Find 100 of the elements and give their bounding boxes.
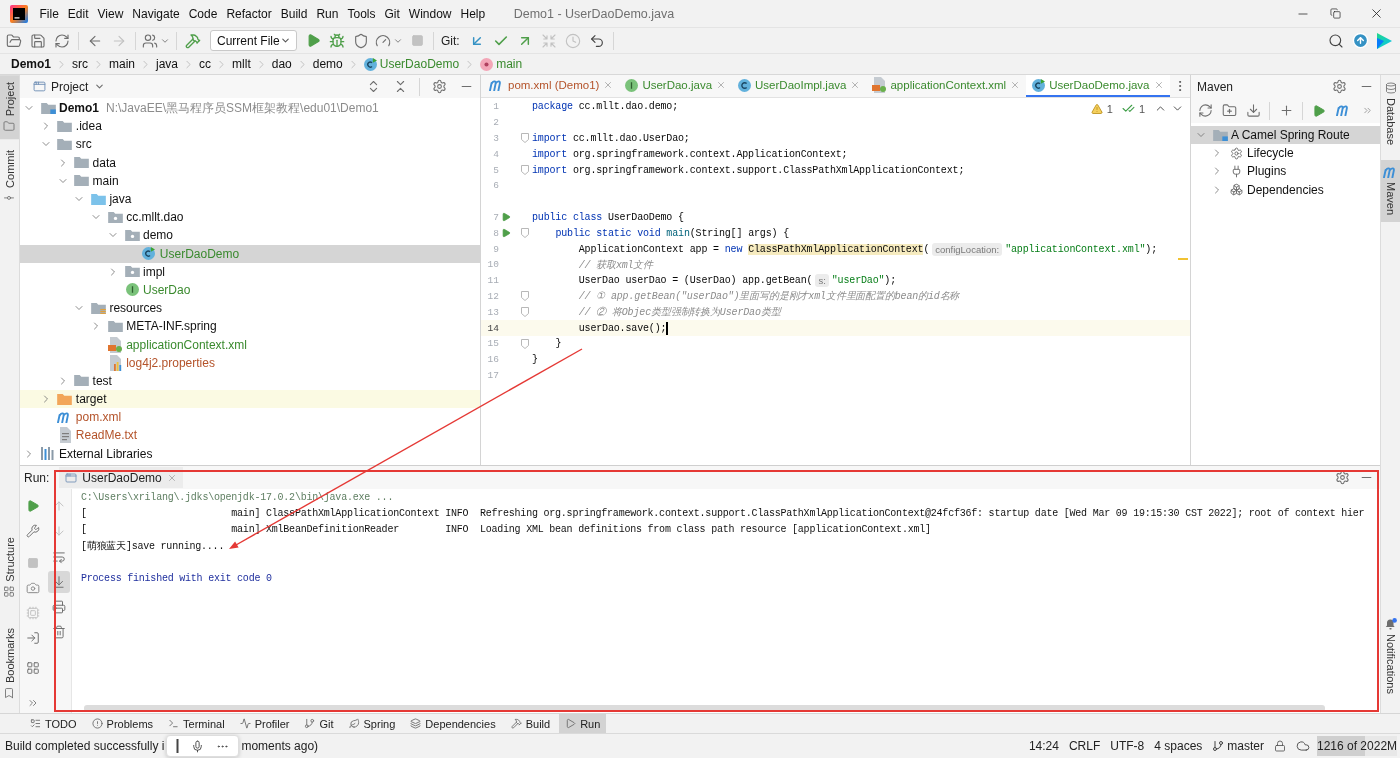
- camera-icon[interactable]: [26, 581, 40, 595]
- undo-icon[interactable]: [588, 32, 605, 49]
- arrow-up-circle-icon[interactable]: [1351, 32, 1369, 49]
- text-cursor-icon[interactable]: [176, 739, 180, 753]
- hammer-icon[interactable]: [185, 32, 201, 49]
- line-separator[interactable]: CRLF: [1063, 735, 1106, 757]
- breadcrumb-item[interactable]: Demo1: [10, 57, 52, 71]
- breadcrumb-item[interactable]: src: [71, 57, 89, 71]
- tool-window-button[interactable]: Notifications: [1381, 611, 1400, 701]
- breadcrumb-item[interactable]: main: [108, 57, 137, 71]
- tree-item[interactable]: UserDao: [20, 280, 480, 300]
- breadcrumb-item[interactable]: demo: [311, 57, 344, 71]
- breadcrumb-item[interactable]: UserDaoDemo: [362, 57, 461, 71]
- menu-item[interactable]: Run: [311, 3, 343, 24]
- triangle-logo-icon[interactable]: [1376, 32, 1392, 49]
- tree-item[interactable]: resources: [20, 299, 480, 318]
- double-check-icon[interactable]: [1121, 102, 1135, 115]
- gauge-icon[interactable]: [375, 32, 391, 49]
- tool-window-button[interactable]: Bookmarks: [0, 620, 19, 706]
- breadcrumb-item[interactable]: cc: [198, 57, 213, 71]
- stop-icon[interactable]: [27, 557, 39, 569]
- plus-icon[interactable]: [1278, 103, 1294, 118]
- menu-item[interactable]: Window: [404, 3, 456, 24]
- tree-item[interactable]: META-INF.spring: [20, 317, 480, 336]
- tool-window-tab[interactable]: Dependencies: [404, 714, 502, 733]
- tree-item[interactable]: Lifecycle: [1191, 144, 1380, 163]
- tree-item[interactable]: test: [20, 371, 480, 390]
- tool-window-tab[interactable]: Git: [298, 714, 340, 733]
- restore-icon[interactable]: [1330, 8, 1341, 19]
- shrink-arrows-icon[interactable]: [540, 32, 557, 49]
- fold-marker-icon[interactable]: [521, 165, 529, 176]
- tool-window-button[interactable]: Project: [0, 75, 19, 140]
- wrench-icon[interactable]: [26, 524, 40, 538]
- microphone-icon[interactable]: [191, 739, 205, 753]
- settings-icon[interactable]: [431, 79, 447, 94]
- menu-item[interactable]: Tools: [342, 3, 380, 24]
- settings-icon[interactable]: [1334, 470, 1350, 485]
- tool-window-tab[interactable]: Run: [559, 714, 607, 733]
- stop-icon[interactable]: [410, 34, 424, 47]
- menu-item[interactable]: Build: [276, 3, 312, 24]
- menu-item[interactable]: Git: [379, 3, 405, 24]
- fold-marker-icon[interactable]: [521, 338, 529, 349]
- tool-window-tab[interactable]: Terminal: [162, 714, 231, 733]
- menu-item[interactable]: Refactor: [221, 3, 277, 24]
- run-configuration-dropdown[interactable]: Current File: [210, 30, 297, 51]
- tree-item[interactable]: A Camel Spring Route: [1191, 126, 1380, 145]
- download-icon[interactable]: [1245, 103, 1261, 118]
- file-encoding[interactable]: UTF-8: [1105, 735, 1150, 757]
- log-in-icon[interactable]: [26, 631, 40, 645]
- tree-item[interactable]: .idea: [20, 117, 480, 136]
- refresh-icon[interactable]: [1197, 103, 1213, 118]
- breadcrumb-item[interactable]: main: [479, 57, 524, 71]
- tree-item[interactable]: java: [20, 189, 480, 209]
- tree-item[interactable]: Demo1 N:\JavaEE\黑马程序员SSM框架教程\edu01\Demo1: [20, 99, 480, 118]
- menu-item[interactable]: Navigate: [127, 3, 185, 24]
- breadcrumb-item[interactable]: mllt: [231, 57, 252, 71]
- tree-item[interactable]: pom.xml: [20, 408, 480, 427]
- chevrons-right-icon[interactable]: [1361, 105, 1373, 116]
- tool-window-tab[interactable]: Spring: [342, 714, 402, 733]
- run-gutter-icon[interactable]: [501, 212, 511, 223]
- tool-window-tab[interactable]: Problems: [85, 714, 160, 733]
- editor-tab[interactable]: UserDaoImpl.java: [732, 75, 867, 97]
- folder-plus-icon[interactable]: [1221, 103, 1237, 118]
- tree-item[interactable]: Dependencies: [1191, 180, 1380, 199]
- tree-item[interactable]: target: [20, 390, 480, 409]
- tool-window-button[interactable]: Commit: [0, 143, 19, 212]
- tree-item[interactable]: demo: [20, 226, 480, 245]
- menu-item[interactable]: Code: [184, 3, 222, 24]
- breadcrumb-item[interactable]: dao: [270, 57, 293, 71]
- breadcrumb-item[interactable]: java: [155, 57, 180, 71]
- clock-icon[interactable]: [564, 32, 581, 49]
- tool-window-tab[interactable]: Build: [504, 714, 557, 733]
- bug-icon[interactable]: [329, 32, 345, 49]
- wrap-text-icon[interactable]: [51, 550, 66, 564]
- tree-item[interactable]: ReadMe.txt: [20, 426, 480, 445]
- caret-position[interactable]: 14:24: [1023, 735, 1064, 757]
- editor-tab[interactable]: UserDaoDemo.java: [1026, 75, 1170, 97]
- maven-icon[interactable]: [1335, 105, 1351, 116]
- layout-grid-icon[interactable]: [26, 661, 40, 675]
- play-icon[interactable]: [305, 33, 321, 48]
- run-gutter-icon[interactable]: [501, 228, 511, 239]
- tree-item[interactable]: data: [20, 153, 480, 172]
- tool-window-button[interactable]: Database: [1381, 75, 1400, 153]
- menu-item[interactable]: View: [93, 3, 128, 24]
- tool-window-button[interactable]: Structure: [0, 530, 19, 605]
- tool-window-button[interactable]: Maven: [1381, 160, 1400, 223]
- tool-window-tab[interactable]: Profiler: [233, 714, 296, 733]
- git-branch[interactable]: master: [1207, 735, 1269, 757]
- tool-window-tab[interactable]: TODO: [24, 714, 83, 733]
- tree-item[interactable]: impl: [20, 262, 480, 281]
- search-icon[interactable]: [1328, 32, 1344, 49]
- tree-item[interactable]: log4j2.properties: [20, 353, 480, 372]
- sync-icon[interactable]: [54, 32, 70, 49]
- menu-item[interactable]: Edit: [63, 3, 94, 24]
- tree-item[interactable]: main: [20, 171, 480, 190]
- tree-item[interactable]: applicationContext.xml: [20, 335, 480, 354]
- fold-marker-icon[interactable]: [521, 307, 529, 318]
- lock-icon[interactable]: [1274, 740, 1286, 752]
- tree-item[interactable]: External Libraries: [20, 444, 480, 463]
- users-icon[interactable]: [142, 32, 158, 49]
